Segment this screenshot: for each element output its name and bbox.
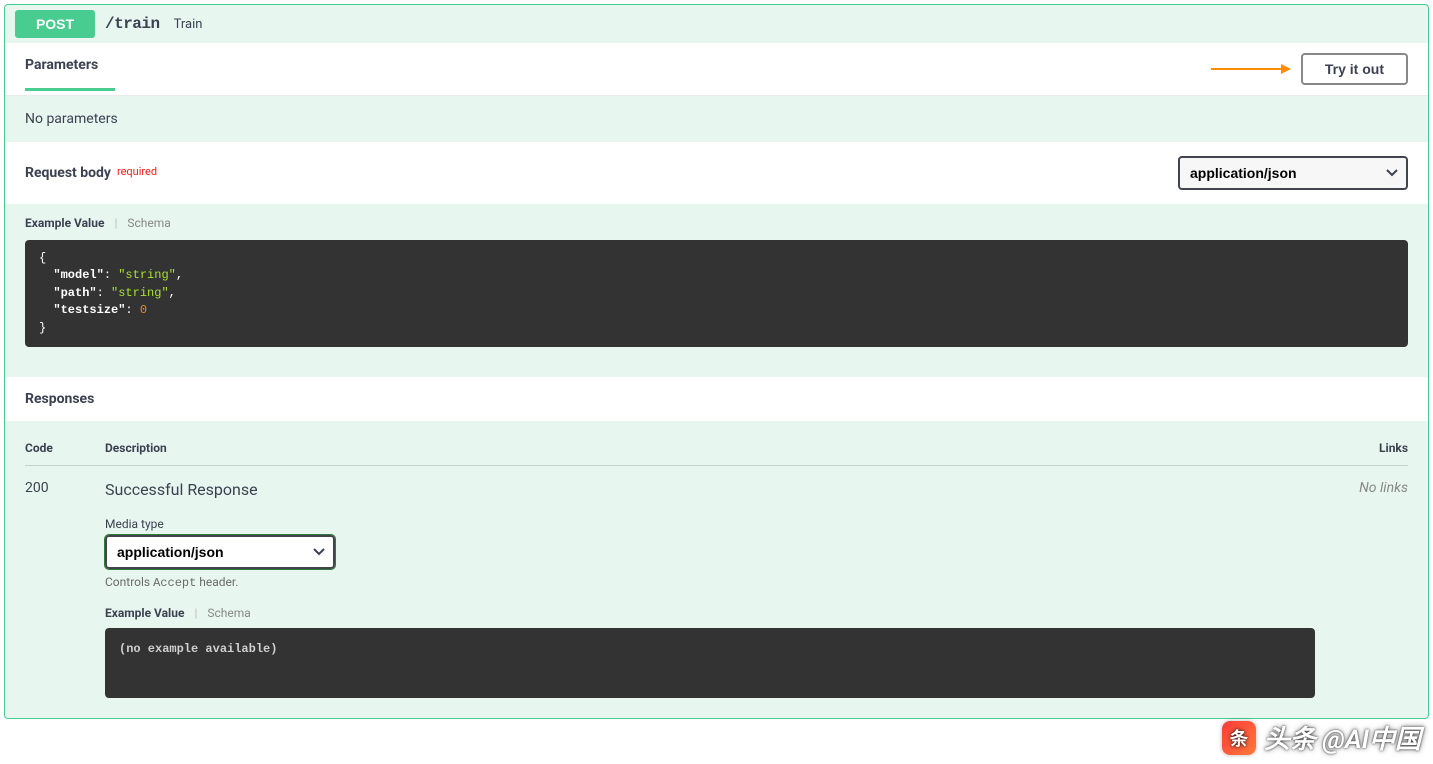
parameters-title: Parameters — [25, 57, 98, 81]
no-parameters-text: No parameters — [25, 111, 1408, 127]
responses-title: Responses — [5, 377, 1428, 421]
parameters-tab[interactable]: Parameters — [25, 57, 98, 81]
parameters-body: No parameters — [5, 96, 1428, 142]
response-model-tabs: Example Value | Schema — [105, 606, 1328, 620]
responses-table: Code Description Links 200 Successful Re… — [5, 421, 1428, 718]
watermark: 头条 @AI中国 — [1222, 719, 1421, 756]
media-type-label: Media type — [105, 517, 1328, 531]
watermark-text: 头条 @AI中国 — [1264, 719, 1421, 756]
media-type-select[interactable]: application/json — [105, 535, 335, 569]
model-example-tabs: Example Value | Schema — [5, 204, 1428, 240]
operation-block: POST /train Train Parameters Try it out … — [4, 4, 1429, 719]
response-links: No links — [1328, 480, 1408, 496]
operation-summary-text: Train — [174, 17, 203, 32]
col-header-code: Code — [25, 441, 105, 455]
response-example-code[interactable]: (no example available) — [105, 628, 1315, 698]
accept-header-hint: Controls Accept header. — [105, 575, 1328, 590]
parameters-section-header: Parameters Try it out — [5, 43, 1428, 96]
response-description: Successful Response — [105, 480, 1328, 499]
col-header-links: Links — [1328, 441, 1408, 455]
http-method-badge: POST — [15, 10, 95, 38]
request-example-code[interactable]: { "model": "string", "path": "string", "… — [25, 240, 1408, 347]
response-row: 200 Successful Response Media type appli… — [25, 466, 1408, 698]
operation-summary[interactable]: POST /train Train — [5, 5, 1428, 43]
arrow-annotation — [1211, 63, 1291, 75]
tab-schema[interactable]: Schema — [207, 606, 250, 620]
response-code: 200 — [25, 480, 105, 496]
tab-example-value[interactable]: Example Value — [25, 216, 104, 230]
watermark-logo-icon — [1222, 721, 1256, 755]
request-body-header: Request body required application/json — [5, 142, 1428, 204]
content-type-select[interactable]: application/json — [1178, 156, 1408, 190]
tab-example-value[interactable]: Example Value — [105, 606, 184, 620]
request-body-title: Request body — [25, 165, 111, 181]
tab-schema[interactable]: Schema — [127, 216, 170, 230]
try-it-out-button[interactable]: Try it out — [1301, 53, 1408, 85]
operation-path: /train — [105, 15, 160, 33]
col-header-description: Description — [105, 441, 1328, 455]
response-description-cell: Successful Response Media type applicati… — [105, 480, 1328, 698]
arrow-right-icon — [1211, 63, 1291, 75]
required-label: required — [117, 165, 157, 178]
responses-table-header: Code Description Links — [25, 441, 1408, 466]
